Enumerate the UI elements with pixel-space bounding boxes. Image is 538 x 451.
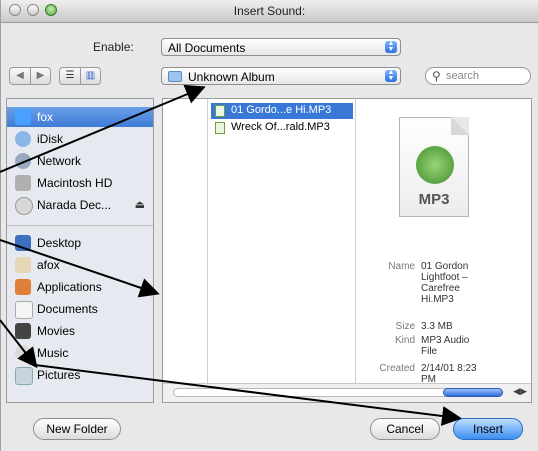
browser-column-parent[interactable]: [163, 99, 208, 384]
music-note-icon: [416, 146, 454, 184]
idisk-icon: [15, 131, 31, 147]
sidebar-item-movies[interactable]: Movies: [7, 321, 153, 341]
scroll-track: [173, 388, 483, 397]
forward-icon[interactable]: ▶: [31, 68, 50, 84]
new-folder-button[interactable]: New Folder: [33, 418, 121, 440]
file-item[interactable]: 01 Gordo...e Hi.MP3: [211, 103, 353, 119]
info-value: 01 Gordon Lightfoot – Carefree Hi.MP3: [421, 261, 469, 305]
network-icon: [15, 153, 31, 169]
documents-icon: [15, 301, 33, 319]
sidebar-item-applications[interactable]: Applications: [7, 277, 153, 297]
sidebar-item-label: iDisk: [37, 132, 63, 146]
sidebar-item-label: Applications: [37, 280, 102, 294]
insert-sound-dialog: Insert Sound: Enable: All Documents ▲ ▼ ◀…: [0, 0, 538, 451]
sidebar-item-label: afox: [37, 258, 60, 272]
info-value: 2/14/01 8:23 PM: [421, 363, 477, 385]
file-item[interactable]: Wreck Of...rald.MP3: [211, 120, 353, 136]
file-type-label: MP3: [418, 191, 450, 208]
sidebar-item-documents[interactable]: Documents: [7, 299, 153, 319]
enable-popup[interactable]: All Documents ▲ ▼: [161, 38, 401, 56]
search-field[interactable]: ⚲ search: [425, 67, 531, 85]
sidebar-item-afox[interactable]: afox: [7, 255, 153, 275]
location-popup[interactable]: Unknown Album ▲ ▼: [161, 67, 401, 85]
sidebar-item-macintosh-hd[interactable]: Macintosh HD: [7, 173, 153, 193]
sidebar-item-desktop[interactable]: Desktop: [7, 233, 153, 253]
mp3-document-icon: MP3: [399, 117, 469, 217]
sidebar-item-label: Movies: [37, 324, 76, 338]
sidebar-item-idisk[interactable]: iDisk: [7, 129, 153, 149]
enable-label: Enable:: [93, 40, 134, 54]
browser-column-files[interactable]: 01 Gordo...e Hi.MP3 Wreck Of...rald.MP3: [207, 99, 356, 384]
sidebar-item-network[interactable]: Network: [7, 151, 153, 171]
cancel-button[interactable]: Cancel: [370, 418, 440, 440]
search-placeholder: search: [446, 70, 480, 82]
folder-icon: [168, 71, 182, 82]
title-bar: Insert Sound:: [1, 0, 538, 23]
sidebar-item-fox[interactable]: fox: [7, 107, 153, 127]
cd-icon: [15, 197, 33, 215]
info-key: Size: [395, 321, 415, 332]
sidebar-item-narada[interactable]: Narada Dec... ⏏: [7, 195, 153, 215]
file-name: Wreck Of...rald.MP3: [231, 121, 330, 133]
eject-icon[interactable]: ⏏: [135, 198, 145, 211]
pictures-icon: [15, 367, 33, 385]
info-value: MP3 Audio File: [421, 335, 470, 357]
info-key: Created: [379, 363, 415, 374]
popup-arrows-icon: ▲ ▼: [385, 69, 397, 82]
popup-arrows-icon: ▲ ▼: [385, 40, 397, 53]
sidebar-item-music[interactable]: Music: [7, 343, 153, 363]
preview-pane: MP3 Name 01 Gordon Lightfoot – Carefree …: [355, 99, 531, 385]
sidebar-item-label: Desktop: [37, 236, 82, 250]
info-key: Kind: [394, 335, 415, 346]
back-icon[interactable]: ◀: [10, 68, 30, 84]
sidebar-item-label: Music: [37, 346, 69, 360]
scroll-thumb[interactable]: [443, 388, 503, 397]
sidebar-divider: [7, 225, 153, 226]
sidebar-item-label: Macintosh HD: [37, 176, 113, 190]
search-icon: ⚲: [432, 69, 441, 83]
home-icon: [15, 257, 31, 273]
movies-icon: [15, 323, 31, 339]
info-key: Name: [388, 261, 415, 272]
column-view-icon[interactable]: ▥: [81, 68, 100, 84]
info-value: 3.3 MB: [421, 321, 453, 332]
file-browser: 01 Gordo...e Hi.MP3 Wreck Of...rald.MP3 …: [162, 98, 532, 403]
list-view-icon[interactable]: ☰: [60, 68, 80, 84]
music-file-icon: [215, 105, 225, 117]
view-mode-control[interactable]: ☰ ▥: [59, 67, 101, 85]
horizontal-scrollbar[interactable]: ◀▶: [163, 383, 531, 402]
file-name: 01 Gordo...e Hi.MP3: [231, 104, 332, 116]
computer-icon: [15, 109, 31, 125]
window-title: Insert Sound:: [233, 4, 306, 18]
sidebar-item-label: Pictures: [37, 368, 81, 382]
sidebar: fox iDisk Network Macintosh HD Narada De…: [6, 98, 154, 403]
hard-disk-icon: [15, 175, 31, 191]
sidebar-item-label: Narada Dec...: [37, 198, 112, 212]
enable-popup-value: All Documents: [168, 41, 246, 55]
back-forward-control[interactable]: ◀ ▶: [9, 67, 51, 85]
applications-icon: [15, 279, 31, 295]
sidebar-item-label: Documents: [37, 302, 98, 316]
music-file-icon: [215, 122, 225, 134]
insert-button[interactable]: Insert: [453, 418, 523, 440]
sidebar-item-label: fox: [37, 110, 54, 124]
sidebar-item-label: Network: [37, 154, 82, 168]
location-value: Unknown Album: [188, 70, 275, 84]
music-icon: [15, 345, 31, 361]
sidebar-item-pictures[interactable]: Pictures: [7, 365, 153, 385]
desktop-icon: [15, 235, 31, 251]
scroll-arrows-icon[interactable]: ◀▶: [513, 386, 527, 397]
